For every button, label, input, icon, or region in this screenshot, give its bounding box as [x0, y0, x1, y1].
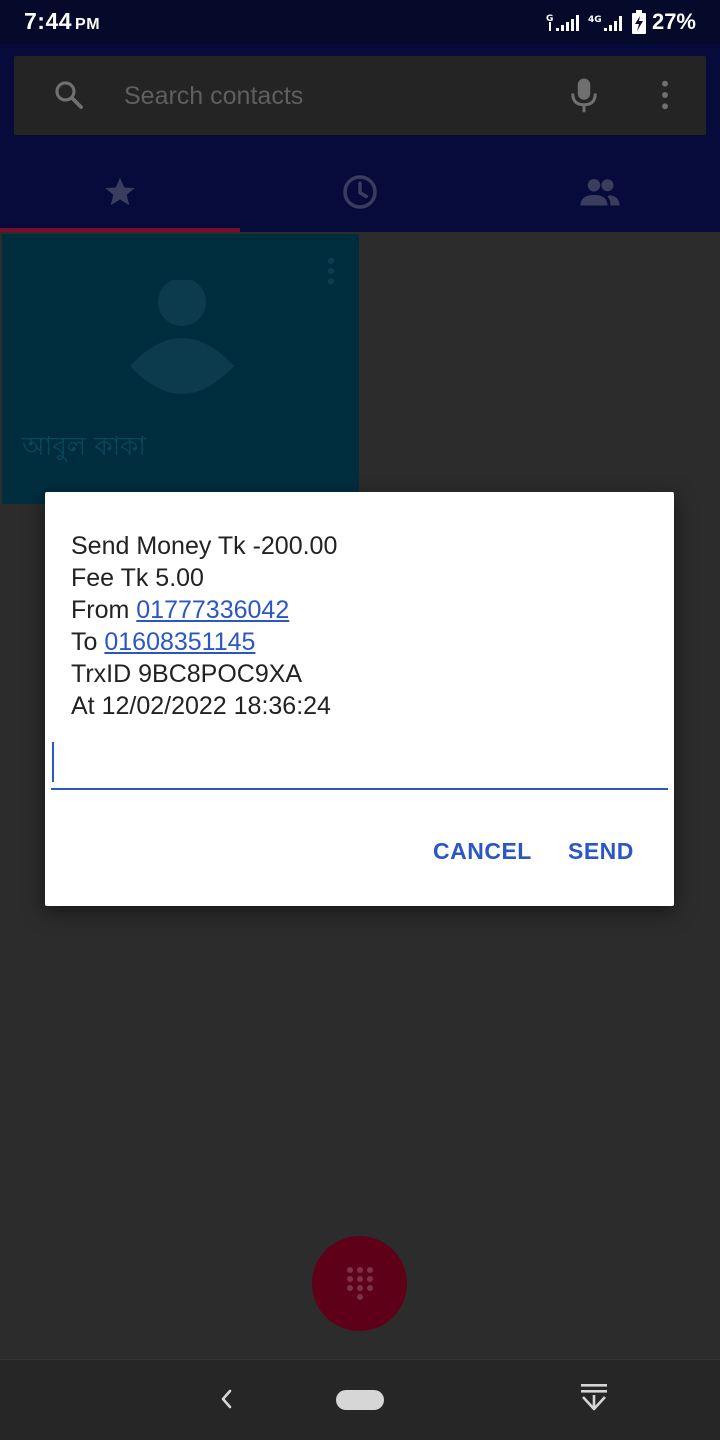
- status-time: 7:44 PM: [24, 8, 100, 35]
- home-pill-button[interactable]: [336, 1390, 384, 1410]
- back-icon[interactable]: [214, 1384, 238, 1414]
- clock-time: 7:44: [24, 8, 73, 34]
- send-button[interactable]: SEND: [568, 838, 634, 865]
- dialpad-button[interactable]: [312, 1236, 407, 1331]
- tab-favorites[interactable]: [0, 152, 240, 232]
- search-input[interactable]: [124, 76, 544, 116]
- system-nav-bar: [0, 1359, 720, 1440]
- send-sms-dialog: Send Money Tk -200.00 Fee Tk 5.00 From 0…: [45, 492, 674, 906]
- network-label: 4G: [588, 15, 602, 25]
- status-icons: G 4G 27%: [546, 9, 696, 35]
- from-label: From: [71, 596, 130, 624]
- reply-input[interactable]: [51, 738, 668, 790]
- trxid-line: TrxID 9BC8POC9XA: [71, 660, 303, 688]
- more-vert-icon[interactable]: [654, 78, 676, 112]
- notification-pulldown-icon[interactable]: [578, 1382, 610, 1416]
- favorite-contact-tile[interactable]: আবুল কাকা: [2, 234, 359, 504]
- microphone-icon[interactable]: [569, 76, 599, 116]
- status-bar: 7:44 PM G 4G 27%: [0, 0, 720, 44]
- search-bar[interactable]: [14, 56, 706, 135]
- dialpad-icon: [346, 1266, 373, 1300]
- fee-line: Fee Tk 5.00: [71, 564, 204, 592]
- amount-line: Send Money Tk -200.00: [71, 532, 338, 560]
- transaction-message: Send Money Tk -200.00 Fee Tk 5.00 From 0…: [71, 530, 337, 722]
- app-bar: [0, 44, 720, 232]
- to-number-link[interactable]: 01608351145: [104, 628, 255, 656]
- cancel-button[interactable]: CANCEL: [433, 838, 532, 865]
- clock-ampm: PM: [75, 16, 101, 33]
- tab-recents[interactable]: [240, 152, 480, 232]
- to-line: To 01608351145: [71, 626, 337, 658]
- contact-name: আবুল কাকা: [22, 432, 146, 462]
- from-number-link[interactable]: 01777336042: [136, 596, 289, 624]
- tab-bar: [0, 152, 720, 232]
- signal-g-icon: G: [546, 14, 579, 31]
- contact-more-icon[interactable]: [324, 254, 338, 288]
- clock-icon: [343, 175, 377, 209]
- battery-percent: 27%: [651, 9, 696, 34]
- search-icon[interactable]: [52, 78, 86, 112]
- star-icon: [105, 177, 135, 206]
- battery-charging-icon: [631, 10, 646, 34]
- avatar-placeholder-icon: [130, 280, 234, 394]
- tab-contacts[interactable]: [480, 152, 720, 232]
- to-label: To: [71, 628, 98, 656]
- text-cursor: [52, 742, 54, 782]
- signal-4g-icon: 4G: [588, 15, 622, 31]
- people-icon: [580, 178, 620, 206]
- from-line: From 01777336042: [71, 594, 337, 626]
- timestamp-line: At 12/02/2022 18:36:24: [71, 692, 331, 720]
